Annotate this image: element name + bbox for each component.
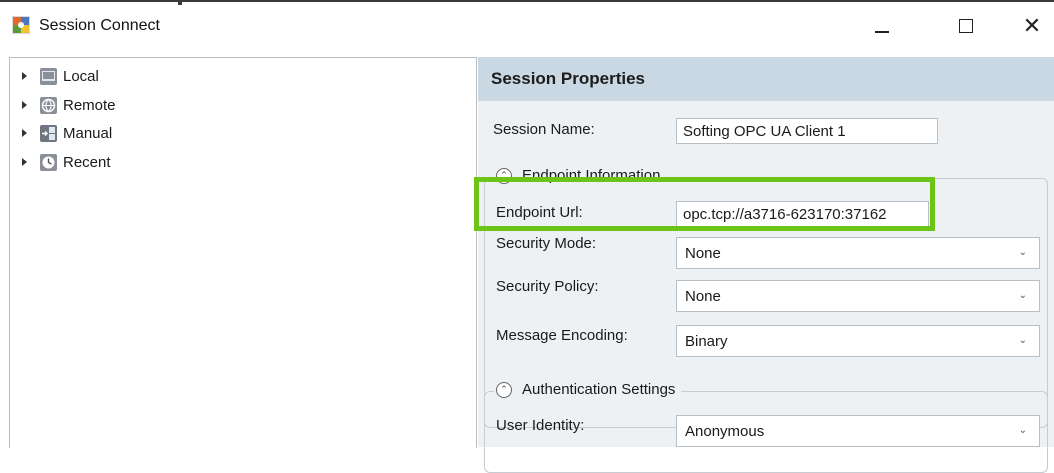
collapse-chevron-icon[interactable]: ⌃	[496, 381, 512, 398]
tree-item-label: Remote	[63, 96, 116, 114]
chevron-down-icon: ⌄	[1018, 247, 1027, 258]
expand-arrow-icon[interactable]	[22, 158, 27, 166]
tree-item-local[interactable]: Local	[22, 65, 99, 87]
session-properties-header: Session Properties	[478, 57, 1054, 101]
session-properties-title: Session Properties	[491, 69, 646, 88]
window-title: Session Connect	[39, 17, 160, 34]
minimize-icon	[875, 31, 889, 33]
session-properties-panel: Session Properties Session Name: Softing…	[478, 57, 1054, 473]
expand-arrow-icon[interactable]	[22, 129, 27, 137]
user-identity-select[interactable]: Anonymous ⌄	[676, 415, 1040, 447]
security-policy-select[interactable]: None ⌄	[676, 280, 1040, 312]
clock-icon	[40, 153, 57, 171]
server-tree-panel: Local Remote Manual Recent	[9, 57, 477, 448]
top-border	[0, 0, 1054, 2]
expand-arrow-icon[interactable]	[22, 101, 27, 109]
authentication-settings-title: Authentication Settings	[522, 381, 676, 398]
title-bar: Session Connect ✕	[0, 5, 1054, 47]
app-icon	[12, 16, 30, 34]
security-policy-value: None	[685, 287, 721, 305]
user-identity-label: User Identity:	[496, 417, 585, 434]
close-button[interactable]: ✕	[1010, 9, 1054, 43]
message-encoding-label: Message Encoding:	[496, 327, 628, 344]
minimize-button[interactable]	[860, 9, 904, 43]
message-encoding-select[interactable]: Binary ⌄	[676, 325, 1040, 357]
close-icon: ✕	[1022, 13, 1042, 38]
security-policy-label: Security Policy:	[496, 278, 599, 295]
remote-icon	[40, 96, 57, 114]
security-mode-select[interactable]: None ⌄	[676, 237, 1040, 269]
authentication-settings-legend: ⌃ Authentication Settings	[494, 381, 682, 398]
tree-item-label: Local	[63, 67, 99, 85]
session-name-field[interactable]: Softing OPC UA Client 1	[676, 118, 938, 144]
chevron-down-icon: ⌄	[1018, 335, 1027, 346]
computer-icon	[40, 67, 57, 85]
tree-item-manual[interactable]: Manual	[22, 122, 112, 144]
endpoint-url-highlight	[474, 177, 935, 231]
tree-item-label: Recent	[63, 153, 111, 171]
tree-item-label: Manual	[63, 124, 113, 142]
chevron-down-icon: ⌄	[1018, 290, 1027, 301]
message-encoding-value: Binary	[685, 332, 728, 350]
security-mode-value: None	[685, 244, 721, 262]
session-name-label: Session Name:	[493, 121, 595, 138]
security-mode-label: Security Mode:	[496, 235, 597, 252]
chevron-down-icon: ⌄	[1018, 425, 1027, 436]
expand-arrow-icon[interactable]	[22, 72, 27, 80]
manual-icon	[40, 124, 57, 142]
tree-item-remote[interactable]: Remote	[22, 94, 116, 116]
tree-item-recent[interactable]: Recent	[22, 151, 111, 173]
maximize-button[interactable]	[944, 9, 988, 43]
maximize-icon	[959, 19, 973, 33]
